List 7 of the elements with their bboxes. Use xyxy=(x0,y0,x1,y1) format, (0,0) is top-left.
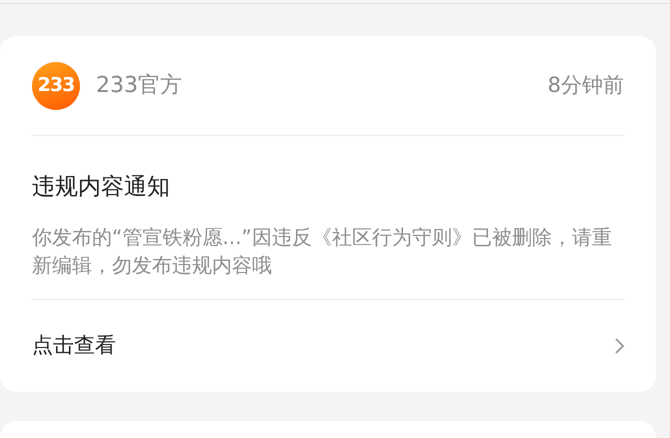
avatar-logo: 233 xyxy=(32,62,80,110)
notice-body: 你发布的“管宣铁粉愿...”因违反《社区行为守则》已被删除，请重新编辑，勿发布违规内容哦 xyxy=(32,222,624,300)
timestamp: 8分钟前 xyxy=(548,72,624,99)
chevron-right-icon[interactable] xyxy=(614,338,624,354)
notice-title: 违规内容通知 xyxy=(32,173,171,202)
sender-name: 233官方 xyxy=(96,72,182,100)
view-link[interactable]: 点击查看 xyxy=(32,330,116,362)
